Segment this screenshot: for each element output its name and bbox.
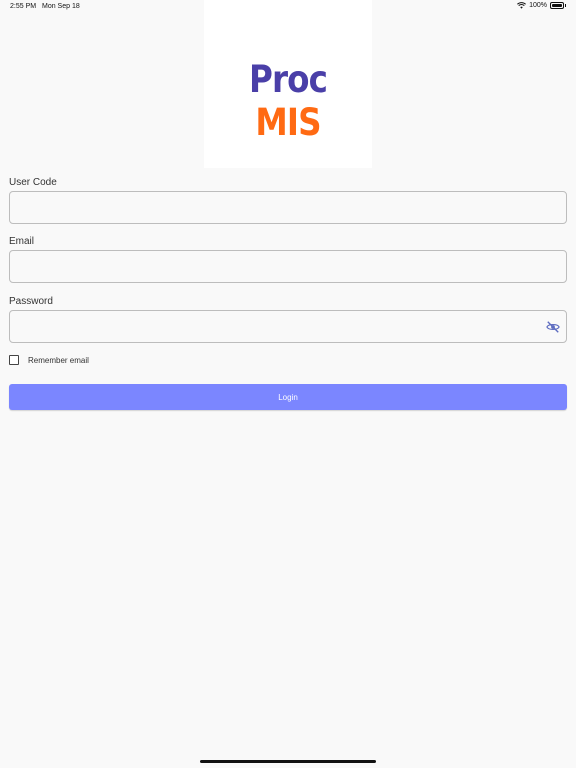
user-code-label: User Code bbox=[9, 177, 57, 188]
logo-text: Proc MIS bbox=[214, 58, 362, 144]
remember-email-row[interactable]: Remember email bbox=[9, 355, 89, 365]
logo: Proc MIS bbox=[204, 0, 372, 168]
email-input[interactable] bbox=[9, 250, 567, 283]
login-button[interactable]: Login bbox=[9, 384, 567, 410]
status-time: 2:55 PM bbox=[10, 3, 37, 10]
wifi-icon bbox=[517, 2, 527, 9]
status-right: 100% bbox=[517, 2, 566, 9]
user-code-input[interactable] bbox=[9, 191, 567, 224]
home-indicator bbox=[200, 760, 376, 763]
battery-percent: 100% bbox=[529, 2, 547, 9]
battery-tip bbox=[565, 4, 566, 7]
logo-part-mis: MIS bbox=[255, 101, 321, 144]
status-date: Mon Sep 18 bbox=[42, 3, 80, 10]
eye-off-icon[interactable] bbox=[546, 320, 560, 334]
battery-icon bbox=[550, 2, 564, 9]
remember-email-label: Remember email bbox=[28, 355, 89, 365]
password-input[interactable] bbox=[9, 310, 567, 343]
remember-email-checkbox[interactable] bbox=[9, 355, 19, 365]
email-label: Email bbox=[9, 236, 35, 247]
password-label: Password bbox=[9, 296, 53, 307]
logo-part-proc: Proc bbox=[248, 58, 328, 101]
